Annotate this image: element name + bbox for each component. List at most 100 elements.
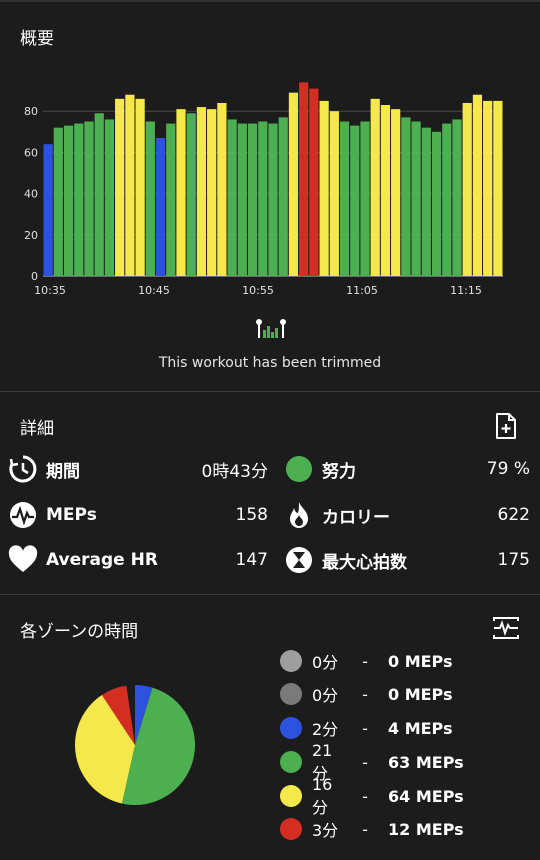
hr-bar [309, 88, 319, 276]
hr-bar [155, 137, 166, 276]
overview-title: 概要 [20, 29, 54, 49]
zone-meps: 64 MEPs [388, 786, 464, 806]
hr-bar [166, 123, 176, 276]
zone-color-dot [280, 717, 302, 739]
zone-separator: - [362, 752, 368, 772]
zone-separator: - [362, 651, 368, 671]
hr-bar [452, 119, 462, 276]
y-tick-label: 40 [24, 188, 38, 201]
x-tick-label: 10:55 [242, 284, 274, 297]
zone-legend-row: 21分 -63 MEPs [280, 741, 464, 783]
zone-meps: 0 MEPs [388, 651, 453, 671]
hr-bar [176, 109, 186, 276]
zone-legend-row: 0分 -0 MEPs [280, 647, 453, 675]
calories-label: カロリー [322, 507, 390, 528]
hr-bar [370, 98, 380, 276]
hr-bar [207, 109, 217, 276]
zone-color-dot [280, 785, 302, 807]
section-divider [0, 391, 540, 392]
hr-bar [442, 123, 452, 276]
hr-bar [74, 123, 84, 276]
meps-value: 158 [235, 505, 268, 525]
hr-bar [94, 113, 104, 276]
hr-bar [483, 100, 493, 277]
hr-bar [217, 102, 227, 277]
hr-bar [237, 123, 247, 276]
details-title: 詳細 [20, 419, 54, 439]
zone-minutes: 0分 [312, 686, 339, 705]
hr-bar [104, 119, 115, 276]
hr-bar [339, 121, 350, 276]
zone-color-dot [280, 751, 302, 773]
trimmed-note: This workout has been trimmed [158, 355, 382, 371]
zone-meps: 4 MEPs [388, 718, 453, 738]
zone-meps: 63 MEPs [388, 752, 464, 772]
y-tick-label: 60 [24, 146, 38, 159]
calories-value: 622 [497, 505, 530, 525]
average-hr-value: 147 [235, 550, 268, 570]
hr-bar [360, 121, 370, 276]
hr-bar [84, 121, 94, 276]
hr-bar [145, 121, 155, 276]
hr-bar [421, 127, 431, 277]
effort-dot-icon [284, 454, 314, 484]
hr-bar [115, 98, 125, 276]
zone-legend-row: 0分 -0 MEPs [280, 680, 453, 708]
file-plus-icon [496, 413, 516, 439]
max-hr-label: 最大心拍数 [322, 552, 407, 573]
stat-effort: 努力 79 % [284, 452, 530, 486]
hr-bar [278, 117, 288, 276]
hr-bar [43, 144, 53, 276]
max-hr-value: 175 [497, 550, 530, 570]
zone-legend-row: 2分 -4 MEPs [280, 714, 453, 742]
hr-bar [268, 123, 278, 276]
hr-bar [227, 119, 237, 276]
effort-label: 努力 [322, 461, 356, 482]
hr-bar [288, 92, 299, 276]
zone-legend-row: 3分 -12 MEPs [280, 815, 464, 843]
section-divider [0, 594, 540, 595]
hr-bar [411, 121, 421, 276]
zone-pulse-icon [493, 617, 519, 639]
average-hr-label: Average HR [46, 550, 158, 570]
hr-bar [186, 113, 196, 276]
hr-bar [391, 109, 401, 276]
hr-bar [493, 100, 503, 277]
stat-max-hr: 最大心拍数 175 [284, 543, 530, 577]
zone-color-dot [280, 818, 302, 840]
zone-minutes: 16分 [312, 774, 333, 817]
stat-meps: MEPs 158 [8, 498, 268, 532]
zones-title: 各ゾーンの時間 [20, 622, 139, 642]
hr-bar [462, 102, 472, 277]
hr-bar [319, 100, 329, 277]
timer-icon [8, 454, 38, 484]
hr-bar [401, 117, 411, 276]
x-tick-label: 11:05 [346, 284, 378, 297]
hr-bar [125, 94, 135, 276]
flame-icon [284, 500, 314, 530]
zone-pie-chart [74, 685, 196, 806]
zone-separator: - [362, 786, 368, 806]
zone-color-dot [280, 650, 302, 672]
trimmed-workout-icon [256, 319, 286, 338]
x-tick-label: 10:35 [34, 284, 66, 297]
zone-minutes: 2分 [312, 720, 339, 739]
zone-legend-row: 16分 -64 MEPs [280, 775, 464, 817]
y-tick-label: 80 [24, 105, 38, 118]
heart-rate-chart: 0 20 40 60 80 10:35 10:45 10:55 11:05 11:15 [24, 82, 503, 297]
zone-meps: 12 MEPs [388, 819, 464, 839]
hr-bar [329, 111, 339, 276]
y-tick-label: 20 [24, 229, 38, 242]
effort-value: 79 % [486, 459, 530, 479]
top-divider [0, 0, 540, 2]
zone-meps: 0 MEPs [388, 684, 453, 704]
add-note-button[interactable] [492, 412, 520, 440]
hr-bar [472, 94, 483, 276]
stat-duration: 期間 0時43分 [8, 452, 268, 486]
zone-color-dot [280, 683, 302, 705]
zone-settings-button[interactable] [492, 614, 520, 642]
zone-separator: - [362, 819, 368, 839]
stat-average-hr: Average HR 147 [8, 543, 268, 577]
hr-bar [350, 125, 360, 276]
hr-bar [53, 127, 63, 277]
